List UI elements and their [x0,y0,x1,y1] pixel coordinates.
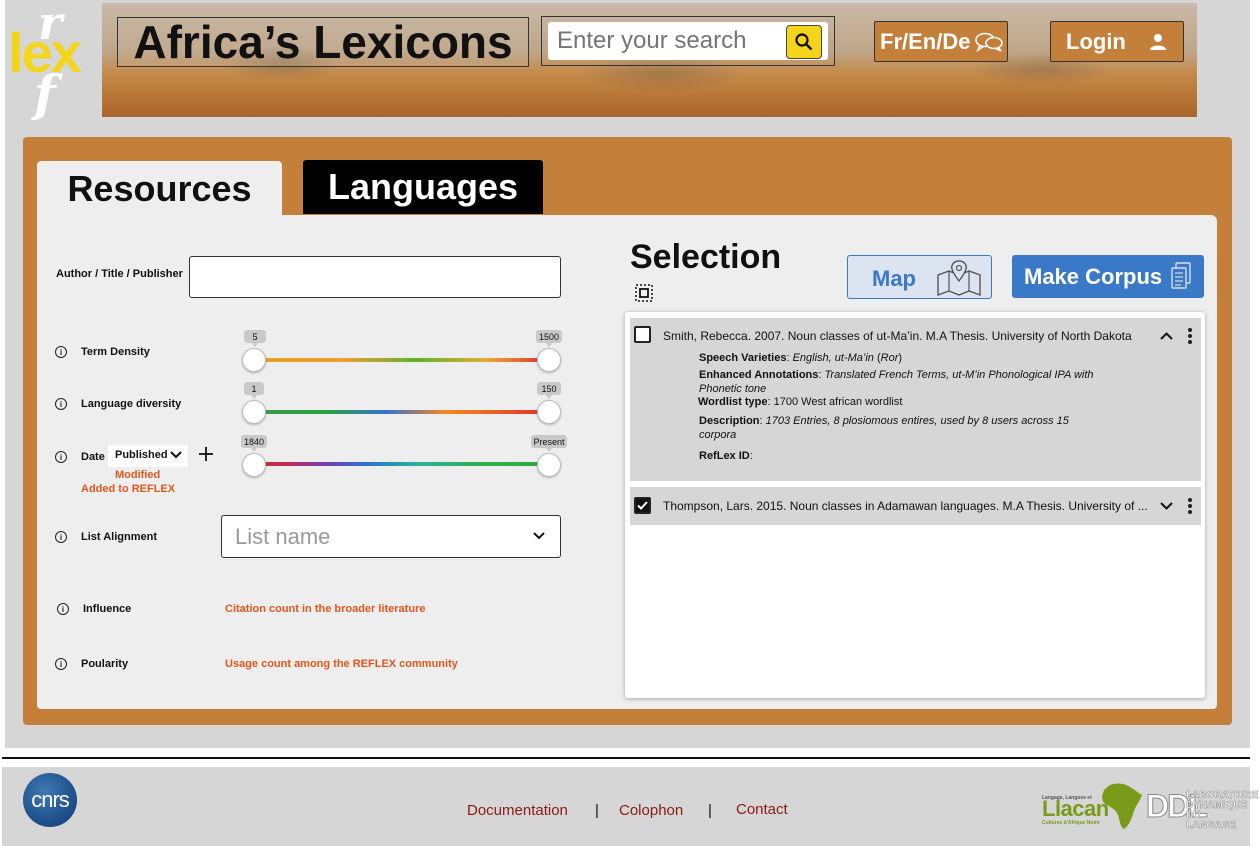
popularity-note: Usage count among the REFLEX community [225,658,458,670]
author-label: Author / Title / Publisher [56,268,183,280]
cnrs-logo[interactable]: cnrs [23,773,77,827]
map-button[interactable]: Map [847,255,992,299]
login-button[interactable]: Login [1050,21,1184,62]
selection-title: Selection [630,238,782,276]
term-density-min-value: 5 [244,330,266,347]
footer-separator: | [595,802,599,819]
item-checkbox[interactable] [634,497,651,514]
term-density-max-value: 1500 [536,330,562,347]
documents-icon [1171,262,1191,289]
date-min-handle[interactable] [242,453,266,477]
language-diversity-label: Language diversity [81,398,182,410]
term-density-track[interactable] [254,358,549,362]
search-button[interactable] [786,25,822,59]
tab-languages[interactable]: Languages [303,160,543,214]
item-title[interactable]: Thompson, Lars. 2015. Noun classes in Ad… [663,499,1148,513]
info-icon[interactable]: i [55,658,67,670]
item-reflex-id: RefLex ID: [699,450,753,462]
popularity-label: Poularity [81,658,129,670]
map-pin-icon [937,260,981,296]
contact-link[interactable]: Contact [736,801,788,818]
llacan-logo[interactable]: Langage, Langues et Llacan Cultures d'Af… [1042,781,1147,831]
item-wordlist-type: Wordlist type: 1700 West african wordlis… [698,396,903,408]
make-corpus-label: Make Corpus [1024,264,1163,289]
chat-bubbles-icon [975,32,1004,52]
influence-note: Citation count in the broader literature [225,603,426,615]
tab-resources[interactable]: Resources [37,161,282,217]
checkmark-icon [637,501,648,510]
list-name-select[interactable]: List name [221,515,561,558]
login-label: Login [1066,28,1126,54]
plus-icon[interactable] [198,446,214,462]
term-density-max-handle[interactable] [537,348,561,372]
info-icon[interactable]: i [57,603,69,615]
chevron-down-icon [533,532,545,540]
item-title[interactable]: Smith, Rebecca. 2007. Noun classes of ut… [663,329,1132,343]
item-checkbox[interactable] [634,326,651,343]
term-density-label: Term Density [81,346,150,358]
language-diversity-min-value: 1 [244,382,264,399]
cnrs-logo-text: cnrs [31,787,70,812]
date-option-added[interactable]: Added to REFLEX [81,483,175,495]
date-max-value: Present [531,435,567,452]
language-diversity-max-handle[interactable] [537,400,561,424]
language-diversity-max-value: 150 [537,382,561,399]
date-max-handle[interactable] [537,453,561,477]
language-switch-label: Fr/En/De [880,28,971,54]
colophon-link[interactable]: Colophon [619,802,683,819]
site-title-text: Africa’s Lexicons [133,16,513,68]
chevron-up-icon[interactable] [1160,331,1173,341]
map-button-label: Map [872,266,916,291]
list-name-placeholder: List name [235,524,331,549]
date-type-selected: Published [115,449,168,461]
documentation-link[interactable]: Documentation [467,802,568,819]
tab-resources-label: Resources [67,168,252,209]
item-description: Description: 1703 Entries, 8 plosiomous … [699,415,1069,441]
footer-divider [2,757,1250,759]
influence-label: Influence [83,603,132,615]
reflex-logo[interactable]: r lex f [8,0,100,123]
author-title-publisher-input[interactable] [189,256,561,298]
info-icon[interactable]: i [55,346,67,358]
ddl-subtext: LABORATOIRE DYNAMIQUE DU LANGAGE [1186,790,1259,831]
language-diversity-track[interactable] [254,410,549,414]
footer-separator: | [708,802,712,819]
item-speech-varieties: Speech Varieties: English, ut-Ma’in (Ror… [699,352,903,364]
info-icon[interactable]: i [55,398,67,410]
make-corpus-button[interactable]: Make Corpus [1012,255,1204,298]
term-density-min-handle[interactable] [242,348,266,372]
info-icon[interactable]: i [55,531,67,543]
search-box [541,16,835,66]
search-icon [795,33,813,51]
date-type-select[interactable]: Published [108,445,188,467]
date-label: Date [81,451,105,463]
more-options-icon[interactable] [1188,498,1192,516]
chevron-down-icon[interactable] [1160,501,1173,511]
date-track[interactable] [254,462,549,466]
chevron-down-icon [170,451,182,459]
language-diversity-min-handle[interactable] [242,400,266,424]
language-switch-button[interactable]: Fr/En/De [874,21,1008,62]
select-all-icon[interactable] [635,284,653,302]
ddl-logo[interactable]: DDL LABORATOIRE DYNAMIQUE DU LANGAGE [1146,788,1259,831]
user-icon [1150,34,1166,50]
llacan-text: Llacan [1042,796,1109,821]
date-min-value: 1840 [241,435,267,452]
site-title: Africa’s Lexicons [117,16,529,68]
info-icon[interactable]: i [55,451,67,463]
list-alignment-label: List Alignment [81,531,157,543]
date-option-modified[interactable]: Modified [115,469,160,481]
tab-languages-label: Languages [327,166,519,207]
logo-f: f [34,64,56,123]
more-options-icon[interactable] [1188,328,1192,346]
llacan-bottom-text: Cultures d'Afrique Noire [1042,820,1100,826]
item-enhanced-annotations: Enhanced Annotations: Translated French … [699,369,1094,395]
